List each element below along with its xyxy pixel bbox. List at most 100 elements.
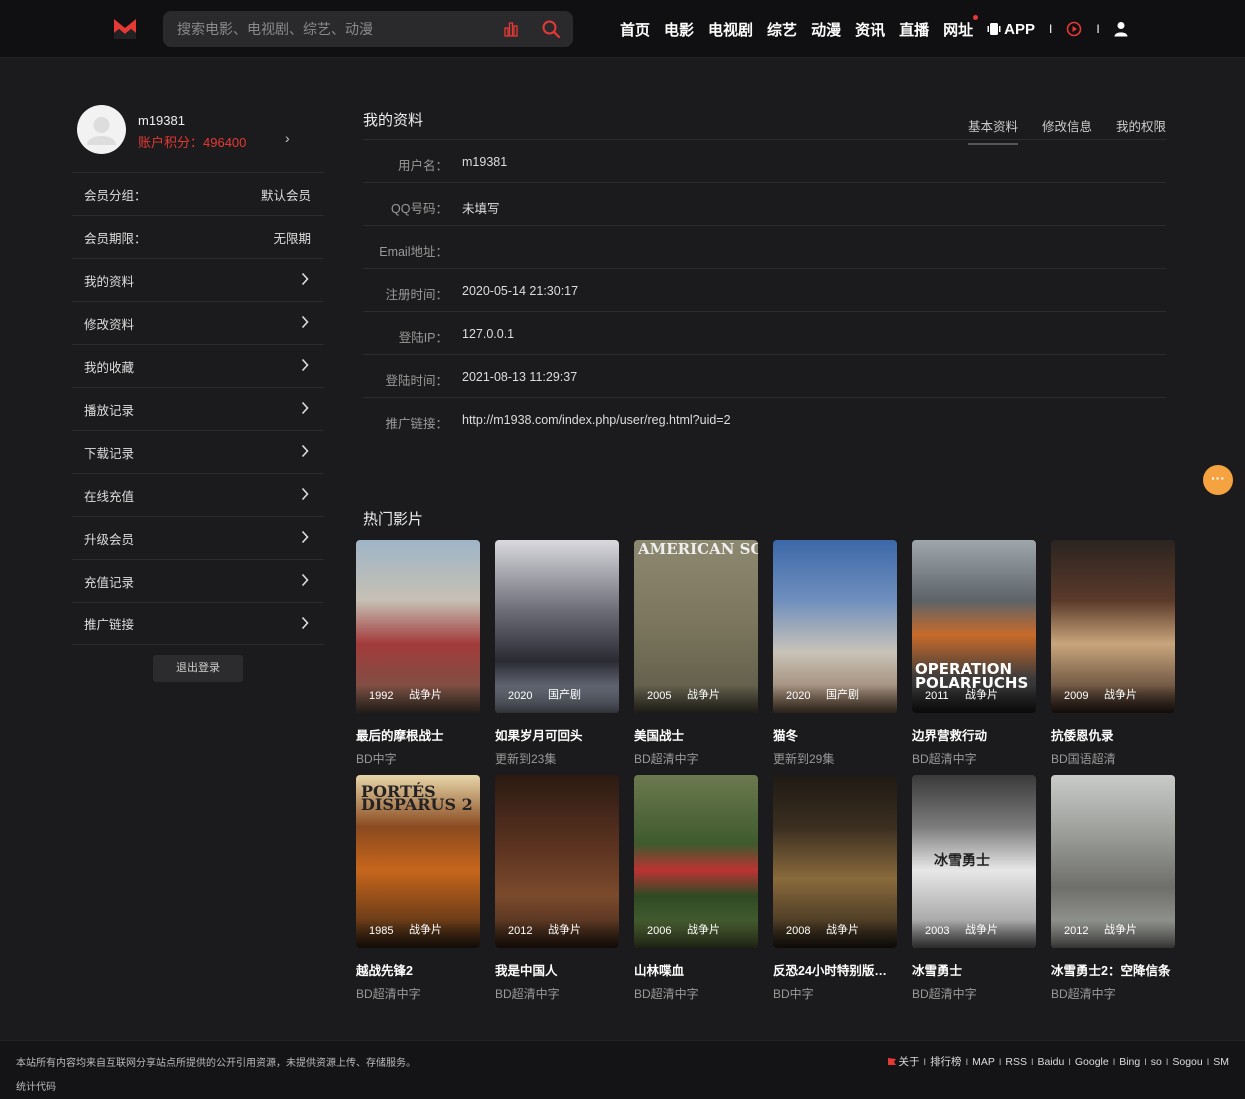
top-header: 首页 电影 电视剧 综艺 动漫 资讯 直播 网址 APP I I (0, 0, 1245, 58)
footer-separator: I (1206, 1056, 1210, 1067)
movie-year: 2003 (925, 925, 950, 937)
movie-title[interactable]: 美国战士 (634, 725, 758, 744)
movie-poster[interactable]: PORTÉS DISPARUS 2 1985 战争片 (356, 775, 480, 948)
movie-title[interactable]: 冰雪勇士2：空降信条 (1051, 960, 1175, 979)
movie-title[interactable]: 反恐24小时特别版：… (773, 960, 897, 979)
info-row-login-time: 登陆时间： 2021-08-13 11:29:37 (363, 355, 1166, 398)
footer-link-sogou[interactable]: Sogou (1172, 1056, 1202, 1068)
movie-card[interactable]: 2012 战争片 我是中国人 BD超清中字 (495, 775, 619, 1002)
movie-poster[interactable]: 2006 战争片 (634, 775, 758, 948)
search-icon[interactable] (541, 19, 561, 39)
movie-card[interactable]: PORTÉS DISPARUS 2 1985 战争片 越战先锋2 BD超清中字 (356, 775, 480, 1002)
menu-recharge[interactable]: 在线充值 (72, 473, 323, 516)
movie-status: BD超清中字 (495, 987, 560, 1001)
menu-recharge-records[interactable]: 充值记录 (72, 559, 323, 602)
info-key: 注册时间： (385, 288, 448, 302)
nav-sites[interactable]: 网址 (943, 14, 979, 40)
menu-favorites[interactable]: 我的收藏 (72, 344, 323, 387)
movie-poster[interactable]: 1992 战争片 (356, 540, 480, 713)
movie-card[interactable]: 冰雪勇士 2003 战争片 冰雪勇士 BD超清中字 (912, 775, 1036, 1002)
movie-genre: 战争片 (409, 924, 442, 936)
movie-poster[interactable]: 2008 战争片 (773, 775, 897, 948)
nav-anime[interactable]: 动漫 (811, 19, 841, 40)
movie-genre: 战争片 (409, 689, 442, 701)
movie-poster[interactable]: 2012 战争片 (1051, 775, 1175, 948)
more-options-icon[interactable]: ··· (1203, 465, 1233, 495)
nav-tv[interactable]: 电视剧 (708, 19, 753, 40)
movie-card[interactable]: 2008 战争片 反恐24小时特别版：… BD中字 (773, 775, 897, 1002)
movie-card[interactable]: 2012 战争片 冰雪勇士2：空降信条 BD超清中字 (1051, 775, 1175, 1002)
movie-poster[interactable]: AMERICAN SOLDIERS 2005 战争片 (634, 540, 758, 713)
site-logo[interactable] (113, 15, 137, 41)
movie-title[interactable]: 边界营救行动 (912, 725, 1036, 744)
menu-downloads[interactable]: 下载记录 (72, 430, 323, 473)
footer-link-about[interactable]: 关于 (899, 1054, 920, 1069)
movie-title[interactable]: 山林喋血 (634, 960, 758, 979)
movie-card[interactable]: 2009 战争片 抗倭恩仇录 BD国语超清 (1051, 540, 1175, 767)
footer-link-sm[interactable]: SM (1213, 1056, 1229, 1068)
movie-card[interactable]: 2020 国产剧 如果岁月可回头 更新到23集 (495, 540, 619, 767)
new-dot-icon (973, 14, 979, 20)
movie-genre: 国产剧 (826, 689, 859, 701)
movie-year: 1985 (369, 925, 394, 937)
nav-live[interactable]: 直播 (899, 19, 929, 40)
menu-label: 推广链接 (84, 618, 135, 632)
info-key: Email地址： (379, 245, 448, 259)
movie-card[interactable]: OPERATION POLARFUCHS 2011 战争片 边界营救行动 BD超… (912, 540, 1036, 767)
movie-card[interactable]: 2020 国产剧 猫冬 更新到29集 (773, 540, 897, 767)
movie-title[interactable]: 最后的摩根战士 (356, 725, 480, 744)
footer: 本站所有内容均来自互联网分享站点所提供的公开引用资源，未提供资源上传、存储服务。… (0, 1040, 1245, 1099)
play-history-icon[interactable] (1066, 21, 1082, 37)
movie-title[interactable]: 我是中国人 (495, 960, 619, 979)
movie-card[interactable]: 2006 战争片 山林喋血 BD超清中字 (634, 775, 758, 1002)
info-value: 未填写 (462, 202, 500, 216)
info-key: QQ号码： (391, 202, 448, 216)
movie-poster[interactable]: 2012 战争片 (495, 775, 619, 948)
movie-poster[interactable]: 2020 国产剧 (773, 540, 897, 713)
movie-title[interactable]: 抗倭恩仇录 (1051, 725, 1175, 744)
movie-card[interactable]: AMERICAN SOLDIERS 2005 战争片 美国战士 BD超清中字 (634, 540, 758, 767)
footer-link-google[interactable]: Google (1075, 1056, 1109, 1068)
nav-separator: I (1048, 22, 1053, 36)
movie-title[interactable]: 冰雪勇士 (912, 960, 1036, 979)
footer-link-rss[interactable]: RSS (1005, 1056, 1027, 1068)
movie-poster[interactable]: 2009 战争片 (1051, 540, 1175, 713)
info-value: 2020-05-14 21:30:17 (462, 284, 579, 298)
menu-referral-link[interactable]: 推广链接 (72, 602, 323, 645)
menu-label: 下载记录 (84, 446, 135, 461)
movie-poster[interactable]: 冰雪勇士 2003 战争片 (912, 775, 1036, 948)
referral-link[interactable]: http://m1938.com/index.php/user/reg.html… (462, 413, 731, 427)
nav-movie[interactable]: 电影 (664, 19, 694, 40)
menu-edit-profile[interactable]: 修改资料 (72, 301, 323, 344)
movie-title[interactable]: 如果岁月可回头 (495, 725, 619, 744)
movie-poster[interactable]: 2020 国产剧 (495, 540, 619, 713)
movie-poster[interactable]: OPERATION POLARFUCHS 2011 战争片 (912, 540, 1036, 713)
menu-play-history[interactable]: 播放记录 (72, 387, 323, 430)
movie-title[interactable]: 猫冬 (773, 725, 897, 744)
movie-status: BD超清中字 (634, 987, 699, 1001)
hot-chart-icon[interactable] (503, 21, 519, 37)
footer-separator: I (998, 1056, 1002, 1067)
chevron-right-icon[interactable]: › (285, 130, 290, 146)
nav-app[interactable]: APP (987, 21, 1035, 38)
profile-card[interactable]: m19381 账户积分：496400 › (72, 100, 323, 160)
logout-button[interactable]: 退出登录 (153, 655, 243, 682)
footer-link-so[interactable]: so (1151, 1056, 1162, 1068)
movie-status: BD中字 (356, 752, 397, 766)
footer-link-rank[interactable]: 排行榜 (930, 1054, 962, 1069)
nav-home[interactable]: 首页 (620, 19, 650, 40)
nav-news[interactable]: 资讯 (855, 19, 885, 40)
menu-upgrade[interactable]: 升级会员 (72, 516, 323, 559)
footer-link-baidu[interactable]: Baidu (1037, 1056, 1064, 1068)
chevron-right-icon (301, 444, 309, 458)
nav-variety[interactable]: 综艺 (767, 19, 797, 40)
footer-link-map[interactable]: MAP (972, 1056, 995, 1068)
member-group-label: 会员分组： (84, 188, 147, 203)
user-icon[interactable] (1114, 21, 1128, 37)
footer-link-bing[interactable]: Bing (1119, 1056, 1140, 1068)
menu-my-profile[interactable]: 我的资料 (72, 258, 323, 301)
movie-card[interactable]: 1992 战争片 最后的摩根战士 BD中字 (356, 540, 480, 767)
poster-title-art: PORTÉS DISPARUS 2 (361, 782, 473, 814)
search-input[interactable] (177, 11, 497, 47)
movie-title[interactable]: 越战先锋2 (356, 960, 480, 979)
